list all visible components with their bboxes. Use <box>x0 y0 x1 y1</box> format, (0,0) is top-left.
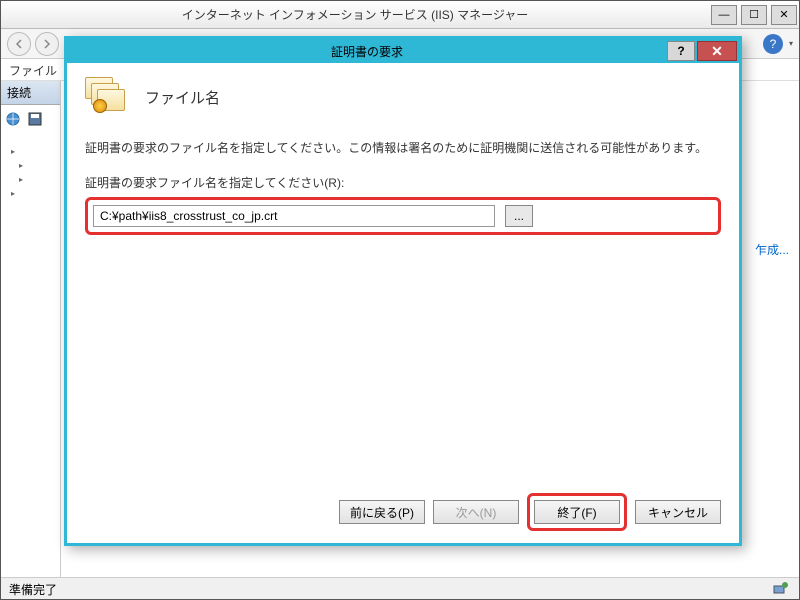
file-input-row: ... <box>85 197 721 235</box>
sidebar-header: 接続 <box>1 81 60 105</box>
back-nav-button[interactable] <box>7 32 31 56</box>
help-icon[interactable]: ? <box>763 34 783 54</box>
dialog-help-button[interactable]: ? <box>667 41 695 61</box>
status-text: 準備完了 <box>9 581 773 596</box>
file-path-input[interactable] <box>93 205 495 227</box>
dialog-heading: ファイル名 <box>145 87 220 108</box>
forward-nav-button[interactable] <box>35 32 59 56</box>
sidebar-toolbar <box>1 105 60 140</box>
connections-sidebar: 接続 <box>1 81 61 577</box>
browse-button[interactable]: ... <box>505 205 533 227</box>
dialog-title: 証明書の要求 <box>67 43 667 60</box>
main-window-title: インターネット インフォメーション サービス (IIS) マネージャー <box>1 6 709 23</box>
dialog-instruction: 証明書の要求のファイル名を指定してください。この情報は署名のために証明機関に送信… <box>85 139 721 156</box>
status-bar: 準備完了 <box>1 577 799 599</box>
maximize-button[interactable]: ☐ <box>741 5 767 25</box>
finish-highlight: 終了(F) <box>527 493 627 531</box>
menu-file[interactable]: ファイル <box>9 64 57 78</box>
cancel-button[interactable]: キャンセル <box>635 500 721 524</box>
main-titlebar: インターネット インフォメーション サービス (IIS) マネージャー — ☐ … <box>1 1 799 29</box>
dialog-body: ファイル名 証明書の要求のファイル名を指定してください。この情報は署名のために証… <box>67 63 739 543</box>
tree-item[interactable] <box>3 186 58 200</box>
connections-tree[interactable] <box>1 140 60 204</box>
create-link[interactable]: 乍成... <box>755 241 789 258</box>
globe-icon[interactable] <box>5 111 23 129</box>
tree-item[interactable] <box>3 144 58 158</box>
close-window-button[interactable]: ✕ <box>771 5 797 25</box>
next-button: 次へ(N) <box>433 500 519 524</box>
tree-item[interactable] <box>3 158 58 172</box>
status-icon <box>773 581 791 597</box>
back-button[interactable]: 前に戻る(P) <box>339 500 425 524</box>
dialog-close-button[interactable]: ✕ <box>697 41 737 61</box>
dialog-button-row: 前に戻る(P) 次へ(N) 終了(F) キャンセル <box>85 493 721 531</box>
minimize-button[interactable]: — <box>711 5 737 25</box>
dialog-header-row: ファイル名 <box>85 77 721 117</box>
chevron-down-icon: ▾ <box>789 39 793 48</box>
tree-item[interactable] <box>3 172 58 186</box>
certificate-icon <box>85 77 129 117</box>
finish-button[interactable]: 終了(F) <box>534 500 620 524</box>
file-field-label: 証明書の要求ファイル名を指定してください(R): <box>85 174 721 191</box>
dialog-titlebar: 証明書の要求 ? ✕ <box>67 39 739 63</box>
certificate-request-dialog: 証明書の要求 ? ✕ ファイル名 証明書の要求のファイル名を指定してください。こ… <box>64 36 742 546</box>
save-icon[interactable] <box>27 111 45 129</box>
